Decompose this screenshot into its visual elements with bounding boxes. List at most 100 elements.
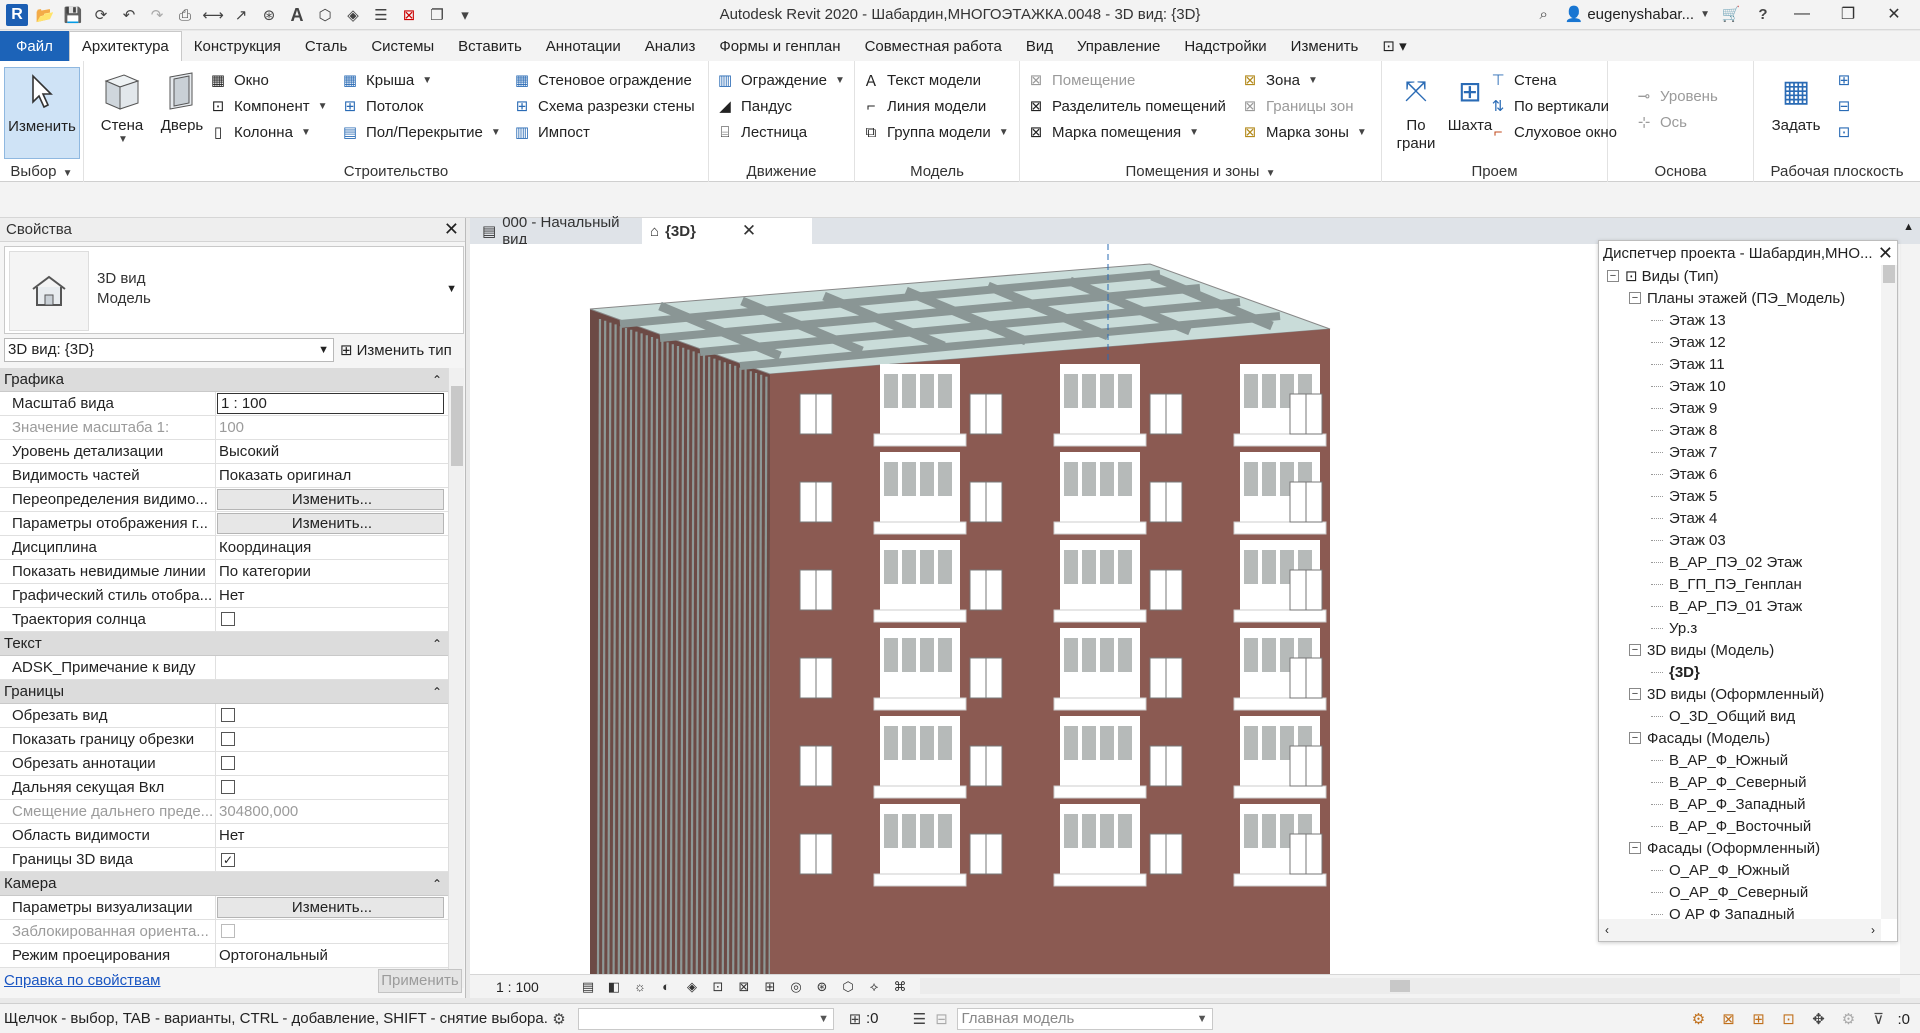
ceiling-button[interactable]: ⊞ Потолок	[340, 93, 424, 119]
temporary-hide-icon[interactable]: ◎	[786, 978, 806, 996]
property-checkbox[interactable]	[221, 780, 235, 794]
property-value[interactable]: 1 : 100	[217, 393, 444, 414]
worksharing-icon[interactable]: ⬡	[838, 978, 858, 996]
browser-tree-item[interactable]: −3D виды (Оформленный)	[1599, 683, 1881, 705]
collapse-icon[interactable]: ⌃	[432, 632, 442, 656]
workset-icon[interactable]: ⚙	[548, 1008, 570, 1030]
analytical-model-icon[interactable]: ⟡	[864, 978, 884, 996]
design-option-selector[interactable]: Главная модель ▼	[956, 1007, 1213, 1030]
viewport-vertical-scrollbar[interactable]	[1900, 244, 1920, 974]
tab-massing[interactable]: Формы и генплан	[707, 31, 852, 61]
collapse-icon[interactable]: ⌃	[432, 368, 442, 392]
properties-scrollbar[interactable]	[448, 368, 464, 988]
redo-icon[interactable]: ↷	[146, 4, 168, 26]
3d-view-icon[interactable]: ⬡	[314, 4, 336, 26]
model-text-button[interactable]: Ａ Текст модели	[861, 67, 981, 93]
visual-style-icon[interactable]: ◧	[604, 978, 624, 996]
wall-opening-button[interactable]: ⊤ Стена	[1488, 67, 1556, 93]
panel-select-title[interactable]: Выбор ▼	[0, 163, 83, 180]
thin-lines-icon[interactable]: ☰	[370, 4, 392, 26]
room-separator-button[interactable]: ⊠ Разделитель помещений	[1026, 93, 1226, 119]
collapse-icon[interactable]: ⌃	[432, 872, 442, 896]
help-icon[interactable]: ?	[1752, 3, 1774, 25]
floor-button[interactable]: ▤ Пол/Перекрытие ▼	[340, 119, 501, 145]
browser-tree-item[interactable]: В_АР_Ф_Западный	[1599, 793, 1881, 815]
undo-icon[interactable]: ↶	[118, 4, 140, 26]
print-icon[interactable]: ⎙	[174, 4, 196, 26]
close-tab-icon[interactable]: ✕	[742, 221, 756, 241]
stair-button[interactable]: ⌸ Лестница	[715, 119, 807, 145]
viewer-button[interactable]: ⊡	[1834, 119, 1854, 145]
tab-steel[interactable]: Сталь	[293, 31, 359, 61]
highlight-displacement-icon[interactable]: ⌘	[890, 978, 910, 996]
drag-elements-icon[interactable]: ✥	[1807, 1008, 1829, 1030]
set-workplane-button[interactable]: ▦ Задать	[1764, 67, 1828, 159]
collapse-toggle-icon[interactable]: −	[1629, 688, 1641, 700]
close-icon[interactable]: ✕	[1878, 243, 1893, 264]
doc-tab-3d[interactable]: ⌂ {3D} ✕	[642, 218, 812, 244]
mullion-button[interactable]: ▥ Импост	[512, 119, 590, 145]
collapse-icon[interactable]: ⌃	[432, 680, 442, 704]
browser-tree-item[interactable]: {3D}	[1599, 661, 1881, 683]
tab-addins[interactable]: Надстройки	[1172, 31, 1278, 61]
browser-tree-item[interactable]: О_АР_Ф_Северный	[1599, 881, 1881, 903]
property-section[interactable]: Графика ⌃	[0, 368, 448, 392]
detail-level-icon[interactable]: ▤	[578, 978, 598, 996]
measure-icon[interactable]: ⟷	[202, 4, 224, 26]
browser-tree-item[interactable]: Этаж 9	[1599, 397, 1881, 419]
property-value[interactable]: Изменить...	[217, 897, 444, 918]
view-scale[interactable]: 1 : 100	[470, 979, 560, 995]
tab-systems[interactable]: Системы	[359, 31, 446, 61]
editable-only-icon[interactable]: ⊞	[844, 1008, 866, 1030]
grid-button[interactable]: ⊹ Ось	[1634, 109, 1687, 135]
select-pinned-icon[interactable]: ⊞	[1747, 1008, 1769, 1030]
ref-plane-button[interactable]: ⊟	[1834, 93, 1854, 119]
browser-tree-item[interactable]: − ⊡ Виды (Тип)	[1599, 265, 1881, 287]
browser-horizontal-scrollbar[interactable]: ‹ ›	[1599, 919, 1881, 941]
property-section[interactable]: Камера ⌃	[0, 872, 448, 896]
property-value[interactable]: Изменить...	[217, 489, 444, 510]
reveal-hidden-icon[interactable]: ⊛	[812, 978, 832, 996]
background-process-icon[interactable]: ⚙	[1837, 1008, 1859, 1030]
property-checkbox[interactable]	[221, 756, 235, 770]
select-underlay-icon[interactable]: ⊠	[1717, 1008, 1739, 1030]
dimension-icon[interactable]: ↗	[230, 4, 252, 26]
properties-help-link[interactable]: Справка по свойствам	[4, 972, 161, 989]
design-options-icon[interactable]: ☰	[909, 1008, 931, 1030]
browser-tree-item[interactable]: −3D виды (Модель)	[1599, 639, 1881, 661]
level-button[interactable]: ⊸ Уровень	[1634, 83, 1718, 109]
property-checkbox[interactable]	[221, 708, 235, 722]
doc-tab-start-view[interactable]: ▤ 000 - Начальный вид	[474, 214, 642, 248]
section-icon[interactable]: ◈	[342, 4, 364, 26]
room-button[interactable]: ⊠ Помещение	[1026, 67, 1136, 93]
property-checkbox[interactable]: ✓	[221, 853, 235, 867]
browser-tree-item[interactable]: Этаж 03	[1599, 529, 1881, 551]
ramp-button[interactable]: ◢ Пандус	[715, 93, 792, 119]
collapse-toggle-icon[interactable]: −	[1629, 644, 1641, 656]
property-checkbox[interactable]	[221, 732, 235, 746]
render-icon[interactable]: ◈	[682, 978, 702, 996]
window-button[interactable]: ▦ Окно	[208, 67, 269, 93]
browser-tree-item[interactable]: Этаж 13	[1599, 309, 1881, 331]
apply-button[interactable]: Применить	[378, 969, 462, 993]
binoculars-icon[interactable]: ⌕	[1533, 3, 1555, 25]
property-value[interactable]: Координация	[216, 536, 448, 559]
tab-manage[interactable]: Управление	[1065, 31, 1172, 61]
browser-tree-item[interactable]: − Фасады (Модель)	[1599, 727, 1881, 749]
tab-analyze[interactable]: Анализ	[633, 31, 708, 61]
browser-tree-item[interactable]: Этаж 6	[1599, 463, 1881, 485]
railing-button[interactable]: ▥ Ограждение ▼	[715, 67, 845, 93]
browser-tree-item[interactable]: В_АР_ПЭ_01 Этаж	[1599, 595, 1881, 617]
lock-view-icon[interactable]: ⊞	[760, 978, 780, 996]
browser-tree-item[interactable]: В_АР_Ф_Северный	[1599, 771, 1881, 793]
customize-toolbar-icon[interactable]: ▾	[454, 4, 476, 26]
browser-tree-item[interactable]: О_3D_Общий вид	[1599, 705, 1881, 727]
curtain-system-button[interactable]: ▦ Стеновое ограждение	[512, 67, 692, 93]
select-links-icon[interactable]: ⚙	[1687, 1008, 1709, 1030]
browser-tree-item[interactable]: − Фасады (Оформленный)	[1599, 837, 1881, 859]
workset-selector[interactable]: ▼	[578, 1007, 834, 1030]
model-line-button[interactable]: ⌐ Линия модели	[861, 93, 987, 119]
browser-tree-item[interactable]: Ур.з	[1599, 617, 1881, 639]
browser-tree-item[interactable]: В_ГП_ПЭ_Генплан	[1599, 573, 1881, 595]
browser-tree-item[interactable]: О_АР_Ф_Южный	[1599, 859, 1881, 881]
